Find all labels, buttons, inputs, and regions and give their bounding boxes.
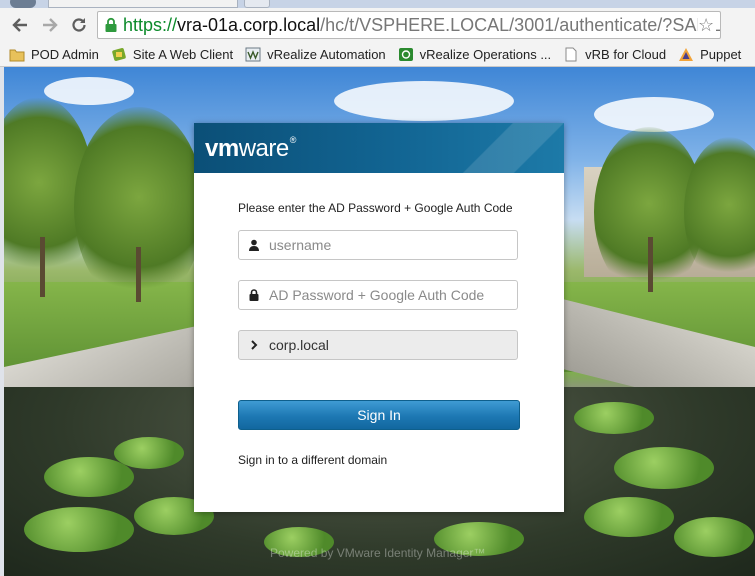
browser-tab[interactable]	[48, 0, 238, 8]
folder-icon	[9, 49, 25, 61]
tree-trunk	[136, 247, 141, 302]
lily-pad	[44, 457, 134, 497]
username-field[interactable]	[238, 230, 518, 260]
vsphere-icon	[112, 47, 126, 61]
header-decoration	[444, 123, 564, 173]
puppet-icon	[679, 47, 694, 61]
bookmark-puppet[interactable]: Puppet	[678, 43, 741, 65]
bookmarks-bar: POD Admin Site A Web Client vRealize Aut…	[0, 42, 755, 67]
user-icon	[239, 231, 269, 259]
lily-pad	[674, 517, 754, 557]
login-card: vmware® Please enter the AD Password + G…	[194, 123, 564, 512]
bookmark-pod-admin[interactable]: POD Admin	[9, 43, 99, 65]
browser-toolbar: https://vra-01a.corp.local/hc/t/VSPHERE.…	[0, 8, 755, 42]
forward-button[interactable]	[38, 13, 62, 37]
lily-pad	[574, 402, 654, 434]
domain-value: corp.local	[269, 337, 329, 353]
bookmark-vrb-for-cloud[interactable]: vRB for Cloud	[563, 43, 666, 65]
password-field[interactable]	[238, 280, 518, 310]
url-path: /hc/t/VSPHERE.LOCAL/3001/authenticate/?S…	[320, 14, 721, 35]
window-menu-icon[interactable]	[10, 0, 36, 8]
bookmark-vrealize-operations[interactable]: vRealize Operations ...	[398, 43, 552, 65]
url-scheme: https://	[123, 14, 178, 35]
url-host: vra-01a.corp.local	[177, 14, 321, 35]
reload-icon	[72, 18, 86, 32]
arrow-right-icon	[43, 18, 58, 32]
vmware-logo: vmware®	[205, 135, 296, 163]
cloud	[44, 77, 134, 105]
powered-by-footer: Powered by VMware Identity Manager™	[270, 546, 486, 560]
logo-part-bold: vm	[205, 135, 239, 162]
bookmark-site-a-web-client[interactable]: Site A Web Client	[111, 43, 233, 65]
bookmark-star-icon[interactable]: ☆	[698, 16, 716, 34]
sign-in-button[interactable]: Sign In	[238, 400, 520, 430]
new-tab-button[interactable]	[244, 0, 270, 8]
login-prompt: Please enter the AD Password + Google Au…	[238, 201, 513, 215]
back-button[interactable]	[8, 13, 32, 37]
chevron-right-icon	[239, 331, 269, 359]
bookmark-label: POD Admin	[31, 46, 99, 62]
lock-icon	[105, 17, 117, 32]
tree-trunk	[648, 237, 653, 292]
address-bar[interactable]: https://vra-01a.corp.local/hc/t/VSPHERE.…	[97, 11, 721, 39]
bookmark-label: vRealize Operations ...	[419, 46, 552, 62]
bookmark-label: vRB for Cloud	[585, 46, 667, 62]
reload-button[interactable]	[67, 13, 91, 37]
bookmark-vrealize-automation[interactable]: vRealize Automation	[245, 43, 386, 65]
lily-pad	[614, 447, 714, 489]
page-icon	[565, 47, 577, 61]
password-input[interactable]	[269, 282, 509, 308]
username-input[interactable]	[269, 232, 509, 258]
bookmark-label: vRealize Automation	[267, 46, 386, 62]
bookmark-label: Puppet	[700, 46, 742, 62]
lock-icon	[239, 281, 269, 309]
lily-pad	[24, 507, 134, 552]
bookmark-label: Site A Web Client	[132, 46, 234, 62]
lily-pad	[114, 437, 184, 469]
domain-selector[interactable]: corp.local	[238, 330, 518, 360]
vrops-icon	[398, 47, 413, 61]
arrow-left-icon	[12, 18, 27, 32]
logo-trademark: ®	[289, 135, 297, 145]
vra-icon	[245, 47, 261, 61]
card-header: vmware®	[194, 123, 564, 173]
different-domain-link[interactable]: Sign in to a different domain	[238, 453, 387, 467]
tab-strip	[0, 0, 755, 8]
cloud	[334, 81, 514, 121]
logo-part: ware	[238, 135, 290, 162]
tree-trunk	[40, 237, 45, 297]
lily-pad	[584, 497, 674, 537]
